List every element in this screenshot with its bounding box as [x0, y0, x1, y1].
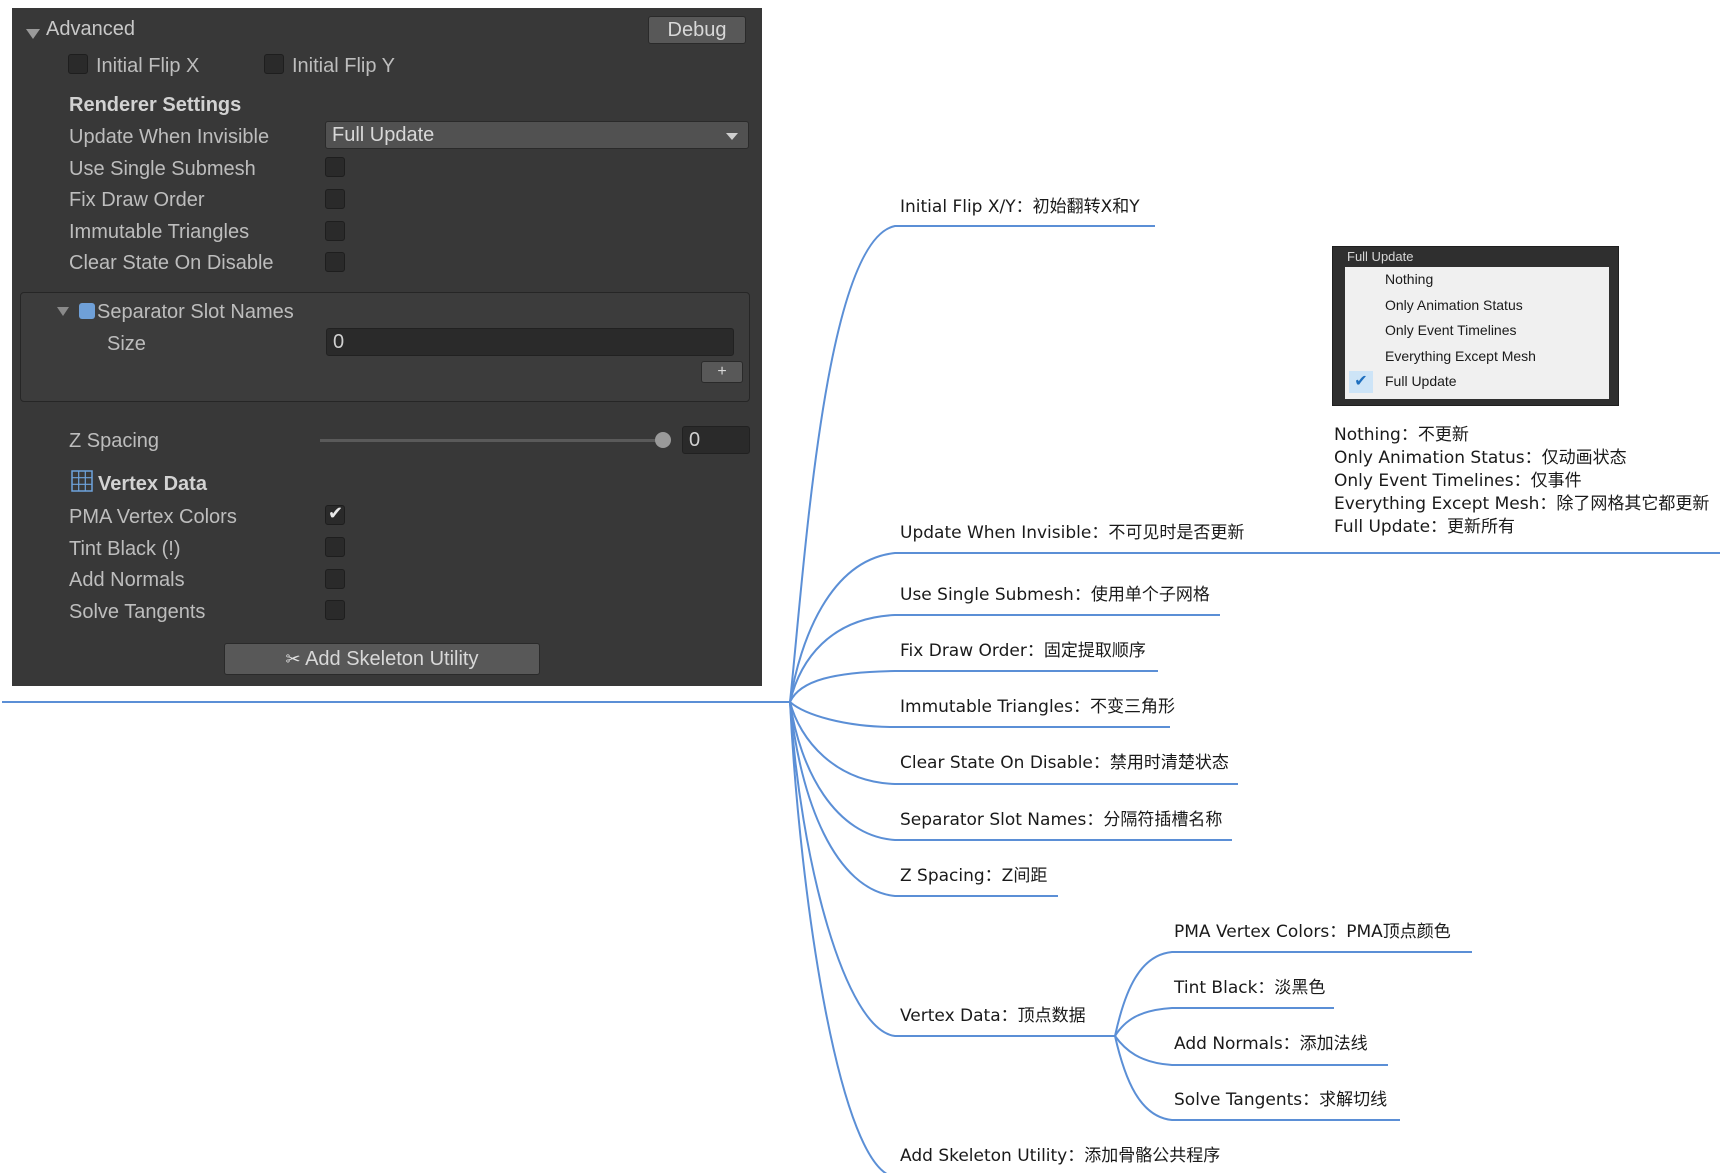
- skeleton-utility-icon: ✂: [285, 649, 301, 669]
- node-pma-vertex-colors: PMA Vertex Colors：PMA顶点颜色: [1174, 922, 1451, 942]
- node-immutable-triangles: Immutable Triangles：不变三角形: [900, 697, 1175, 717]
- fix-draw-order-checkbox[interactable]: [325, 189, 345, 209]
- update-mode-popup: Full Update Nothing Only Animation Statu…: [1332, 246, 1619, 406]
- z-spacing-label: Z Spacing: [69, 430, 160, 452]
- initial-flip-x-checkbox[interactable]: [68, 54, 88, 74]
- advanced-section-title[interactable]: Advanced: [46, 18, 135, 41]
- z-spacing-slider-track[interactable]: [320, 439, 662, 442]
- grid-icon: [71, 470, 93, 492]
- node-solve-tangents: Solve Tangents：求解切线: [1174, 1090, 1388, 1110]
- popup-option[interactable]: Only Event Timelines: [1385, 322, 1517, 338]
- node-initial-flip: Initial Flip X/Y：初始翻转X和Y: [900, 197, 1140, 217]
- node-z-spacing: Z Spacing：Z间距: [900, 866, 1048, 886]
- node-use-single-submesh: Use Single Submesh：使用单个子网格: [900, 585, 1210, 605]
- update-when-invisible-value: Full Update: [332, 124, 435, 146]
- size-field[interactable]: 0: [326, 328, 734, 356]
- popup-title: Full Update: [1347, 249, 1414, 264]
- debug-button[interactable]: Debug: [648, 16, 746, 44]
- initial-flip-y-label: Initial Flip Y: [292, 55, 396, 77]
- add-skeleton-utility-button[interactable]: ✂ Add Skeleton Utility: [224, 643, 540, 675]
- fix-draw-order-label: Fix Draw Order: [69, 189, 205, 211]
- node-add-skeleton-utility: Add Skeleton Utility：添加骨骼公共程序: [900, 1146, 1221, 1166]
- popup-option-selected[interactable]: Full Update: [1385, 373, 1457, 389]
- node-tint-black: Tint Black：淡黑色: [1174, 978, 1326, 998]
- update-note: Nothing：不更新: [1334, 425, 1469, 445]
- solve-tangents-label: Solve Tangents: [69, 601, 206, 623]
- initial-flip-y-checkbox[interactable]: [264, 54, 284, 74]
- clear-state-on-disable-checkbox[interactable]: [325, 252, 345, 272]
- node-add-normals: Add Normals：添加法线: [1174, 1034, 1368, 1054]
- initial-flip-x-label: Initial Flip X: [96, 55, 200, 77]
- node-clear-state: Clear State On Disable：禁用时清楚状态: [900, 753, 1229, 773]
- tint-black-checkbox[interactable]: [325, 537, 345, 557]
- node-update-when-invisible: Update When Invisible：不可见时是否更新: [900, 523, 1245, 543]
- immutable-triangles-checkbox[interactable]: [325, 221, 345, 241]
- update-notes: Nothing：不更新 Only Animation Status：仅动画状态 …: [1334, 424, 1709, 539]
- immutable-triangles-label: Immutable Triangles: [69, 221, 250, 243]
- add-normals-label: Add Normals: [69, 569, 185, 591]
- use-single-submesh-checkbox[interactable]: [325, 157, 345, 177]
- inspector-panel: Advanced Debug Initial Flip X Initial Fl…: [12, 8, 762, 686]
- separator-slot-names-label[interactable]: Separator Slot Names: [97, 301, 294, 324]
- add-skeleton-utility-label: Add Skeleton Utility: [305, 648, 479, 670]
- node-fix-draw-order: Fix Draw Order：固定提取顺序: [900, 641, 1146, 661]
- slot-icon: [79, 303, 95, 319]
- tint-black-label: Tint Black (!): [69, 538, 181, 560]
- branch-update-when-invisible: [789, 552, 1255, 703]
- use-single-submesh-label: Use Single Submesh: [69, 158, 256, 180]
- popup-option[interactable]: Nothing: [1385, 271, 1433, 287]
- solve-tangents-checkbox[interactable]: [325, 600, 345, 620]
- foldout-arrow-icon[interactable]: [26, 22, 40, 45]
- branch-initial-flip: [789, 225, 1155, 703]
- update-note: Everything Except Mesh：除了网格其它都更新: [1334, 494, 1710, 514]
- z-spacing-slider-handle[interactable]: [655, 432, 671, 448]
- popup-option[interactable]: Everything Except Mesh: [1385, 348, 1536, 364]
- node-vertex-data: Vertex Data：顶点数据: [900, 1006, 1086, 1026]
- pma-vertex-colors-checkbox[interactable]: [325, 503, 345, 525]
- dropdown-arrow-icon: [726, 133, 738, 140]
- foldout-arrow-icon[interactable]: [57, 307, 69, 316]
- update-note: Only Animation Status：仅动画状态: [1334, 448, 1627, 468]
- update-note: Full Update：更新所有: [1334, 517, 1516, 537]
- check-icon: ✔: [1349, 371, 1373, 393]
- update-when-invisible-dropdown[interactable]: Full Update: [325, 121, 749, 149]
- add-normals-checkbox[interactable]: [325, 569, 345, 589]
- z-spacing-field[interactable]: 0: [682, 426, 750, 454]
- vertex-data-heading: Vertex Data: [98, 473, 207, 495]
- clear-state-on-disable-label: Clear State On Disable: [69, 252, 274, 274]
- size-label: Size: [107, 333, 146, 355]
- popup-option[interactable]: Only Animation Status: [1385, 297, 1523, 313]
- pma-vertex-colors-label: PMA Vertex Colors: [69, 506, 237, 528]
- add-element-button[interactable]: +: [701, 361, 743, 383]
- update-when-invisible-label: Update When Invisible: [69, 126, 270, 148]
- update-note: Only Event Timelines：仅事件: [1334, 471, 1582, 491]
- node-separator-slot-names: Separator Slot Names：分隔符插槽名称: [900, 810, 1223, 830]
- popup-option-list: Nothing Only Animation Status Only Event…: [1345, 267, 1609, 399]
- separator-slot-names-box: Separator Slot Names Size 0 +: [20, 292, 750, 402]
- renderer-settings-heading: Renderer Settings: [69, 94, 242, 116]
